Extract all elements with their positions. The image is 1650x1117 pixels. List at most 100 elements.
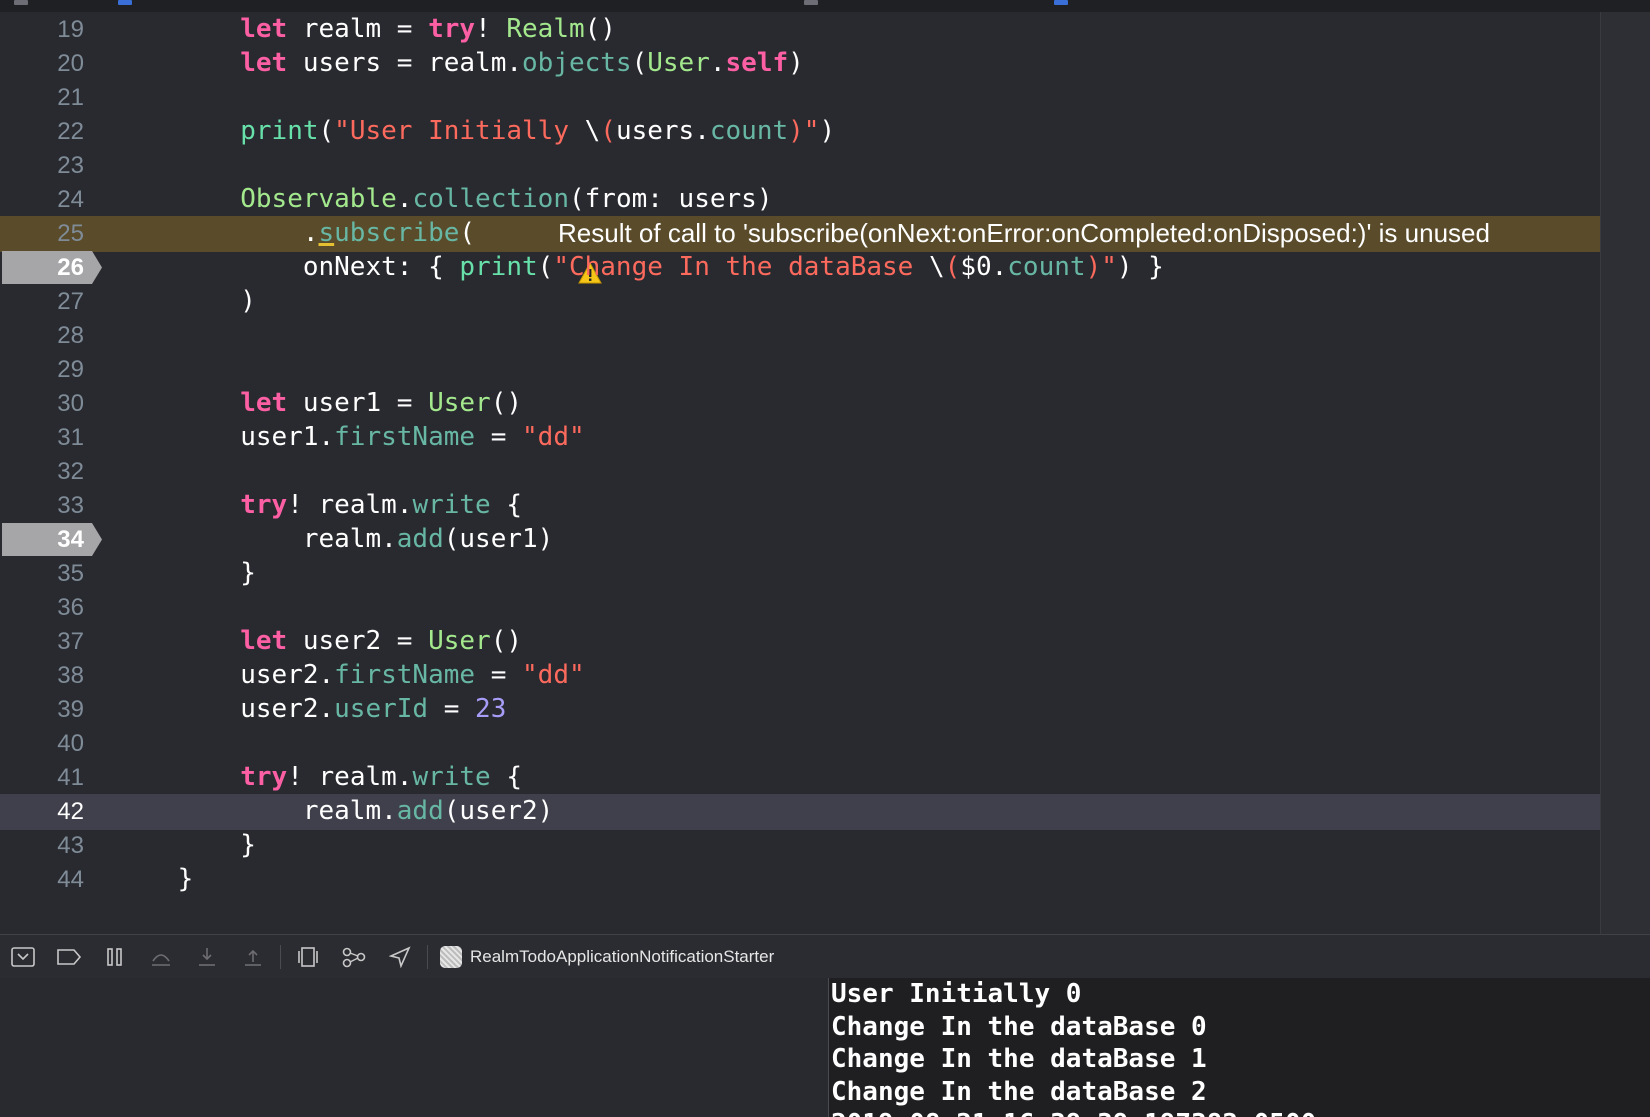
code-text: } — [115, 558, 256, 588]
code-text: print("User Initially \(users.count)") — [240, 116, 836, 146]
code-line[interactable]: 40 — [0, 726, 1600, 762]
code-line-warning[interactable]: 25 .subscribe( Result of call to 'subscr… — [0, 216, 1600, 284]
line-number[interactable]: 21 — [0, 80, 84, 116]
code-line[interactable]: 39 user2.userId = 23 — [0, 692, 1600, 728]
code-text: user2.userId = 23 — [115, 694, 507, 724]
code-text: .subscribe( — [115, 218, 476, 248]
code-text: onNext: { print("Change In the dataBase … — [115, 252, 1164, 282]
line-number[interactable]: 39 — [0, 692, 84, 728]
line-number[interactable]: 43 — [0, 828, 84, 864]
code-text: ) — [115, 286, 256, 316]
console-line: Change In the dataBase 2 — [831, 1076, 1207, 1107]
code-line[interactable]: 33 try! realm.write { — [0, 488, 1600, 524]
line-number[interactable]: 42 — [0, 794, 84, 830]
line-number[interactable]: 24 — [0, 182, 84, 218]
debug-view-hierarchy-icon[interactable] — [285, 937, 331, 977]
scheme-selector[interactable]: RealmTodoApplicationNotificationStarter — [440, 945, 775, 968]
pause-icon[interactable] — [92, 937, 138, 977]
line-number[interactable]: 27 — [0, 284, 84, 320]
line-number[interactable]: 25 — [0, 216, 84, 252]
code-line[interactable]: 22 print("User Initially \(users.count)"… — [0, 114, 1600, 150]
code-line[interactable]: 41 try! realm.write { — [0, 760, 1600, 796]
editor-minimap-scroller[interactable] — [1600, 12, 1650, 934]
code-text: try! realm.write { — [240, 490, 523, 520]
code-text: let user2 = User() — [240, 626, 523, 656]
step-out-icon[interactable] — [230, 937, 276, 977]
warning-message[interactable]: Result of call to 'subscribe(onNext:onEr… — [520, 216, 1490, 284]
step-into-icon[interactable] — [184, 937, 230, 977]
tab-marker — [118, 0, 132, 5]
tab-marker — [804, 0, 818, 5]
code-line[interactable]: 24 Observable.collection(from: users) — [0, 182, 1600, 218]
line-number[interactable]: 26 — [0, 250, 84, 286]
code-line[interactable]: 44 } — [0, 862, 1600, 898]
code-text: let users = realm.objects(User.self) — [240, 48, 804, 78]
code-line[interactable]: 43 } — [0, 828, 1600, 864]
line-number[interactable]: 20 — [0, 46, 84, 82]
memory-graph-icon[interactable] — [331, 937, 377, 977]
code-line[interactable]: 32 — [0, 454, 1600, 490]
code-line[interactable]: 35 } — [0, 556, 1600, 592]
console-line: Change In the dataBase 1 — [831, 1044, 1207, 1074]
warning-triangle-icon — [520, 223, 602, 284]
code-line[interactable]: 23 — [0, 148, 1600, 184]
step-over-icon[interactable] — [138, 937, 184, 977]
line-number[interactable]: 35 — [0, 556, 84, 592]
variables-view[interactable] — [0, 978, 829, 1117]
line-number[interactable]: 37 — [0, 624, 84, 660]
line-number[interactable]: 23 — [0, 148, 84, 184]
warning-text: Result of call to 'subscribe(onNext:onEr… — [558, 218, 1490, 248]
code-line-current[interactable]: 42 realm.add(user2) — [0, 794, 1600, 830]
code-line[interactable]: 28 — [0, 318, 1600, 354]
code-line[interactable]: 30 let user1 = User() — [0, 386, 1600, 422]
code-line[interactable]: 19 let realm = try! Realm() — [0, 12, 1600, 48]
code-line[interactable]: 26 onNext: { print("Change In the dataBa… — [0, 250, 1600, 286]
line-number[interactable]: 19 — [0, 12, 84, 48]
code-text: user1.firstName = "dd" — [115, 422, 585, 452]
app-icon — [440, 945, 462, 968]
tab-marker — [14, 0, 28, 5]
line-number[interactable]: 28 — [0, 318, 84, 354]
line-number[interactable]: 34 — [0, 522, 84, 558]
line-number[interactable]: 33 — [0, 488, 84, 524]
scheme-name: RealmTodoApplicationNotificationStarter — [470, 946, 775, 966]
breakpoints-toggle-icon[interactable] — [46, 937, 92, 977]
hide-debug-area-icon[interactable] — [0, 937, 46, 977]
code-line[interactable]: 31 user1.firstName = "dd" — [0, 420, 1600, 456]
location-icon[interactable] — [377, 937, 423, 977]
code-text: user2.firstName = "dd" — [115, 660, 585, 690]
line-number[interactable]: 40 — [0, 726, 84, 762]
code-line[interactable]: 27 ) — [0, 284, 1600, 320]
line-number[interactable]: 30 — [0, 386, 84, 422]
console-output[interactable]: User Initially 0 Change In the dataBase … — [829, 978, 1650, 1117]
line-number[interactable]: 29 — [0, 352, 84, 388]
code-line[interactable]: 36 — [0, 590, 1600, 626]
source-editor[interactable]: 19 let realm = try! Realm() 20 let users… — [0, 12, 1600, 934]
line-number[interactable]: 38 — [0, 658, 84, 694]
code-line[interactable]: 21 — [0, 80, 1600, 116]
code-text: } — [115, 830, 256, 860]
code-line[interactable]: 34 realm.add(user1) — [0, 522, 1600, 558]
code-line[interactable]: 38 user2.firstName = "dd" — [0, 658, 1600, 694]
code-line[interactable]: 29 — [0, 352, 1600, 388]
line-number[interactable]: 41 — [0, 760, 84, 796]
code-text: let user1 = User() — [240, 388, 523, 418]
console-line: Change In the dataBase 0 — [831, 1011, 1207, 1042]
tab-marker — [1054, 0, 1068, 5]
code-text: let realm = try! Realm() — [240, 14, 616, 44]
line-number[interactable]: 22 — [0, 114, 84, 150]
line-number[interactable]: 44 — [0, 862, 84, 898]
console-line: User Initially 0 — [831, 979, 1082, 1009]
toolbar-divider — [427, 944, 428, 969]
toolbar-divider — [280, 944, 281, 969]
code-line[interactable]: 20 let users = realm.objects(User.self) — [0, 46, 1600, 82]
code-text: realm.add(user2) — [115, 796, 554, 826]
line-number[interactable]: 36 — [0, 590, 84, 626]
code-line[interactable]: 37 let user2 = User() — [0, 624, 1600, 660]
code-text: try! realm.write { — [240, 762, 523, 792]
line-number[interactable]: 31 — [0, 420, 84, 456]
code-text: Observable.collection(from: users) — [240, 184, 773, 214]
line-number[interactable]: 32 — [0, 454, 84, 490]
debug-bar: RealmTodoApplicationNotificationStarter — [0, 934, 1650, 979]
code-text: } — [115, 864, 194, 894]
